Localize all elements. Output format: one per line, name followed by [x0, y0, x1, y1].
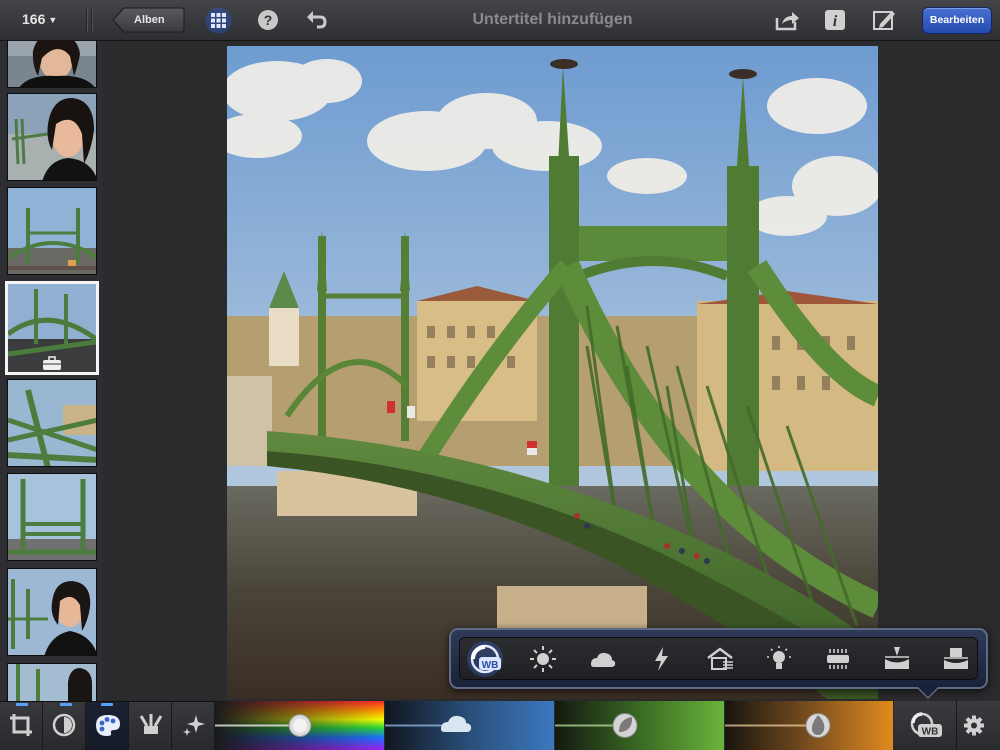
thumbnail-woman-1[interactable]	[7, 41, 97, 88]
thumbnail-woman-3[interactable]	[7, 568, 97, 656]
photo-count: 166	[22, 11, 46, 27]
sidebar-grip-handle[interactable]	[86, 8, 98, 32]
effects-tool-button[interactable]	[172, 702, 215, 750]
exposure-tool-button[interactable]	[43, 702, 86, 750]
skin-tone-slider[interactable]	[725, 701, 893, 750]
main-photo[interactable]	[227, 46, 878, 699]
color-palette-icon	[96, 715, 120, 736]
wb-toggle-label: WB	[922, 727, 939, 738]
thumbnail-woman-2[interactable]	[7, 93, 97, 181]
edit-pen-icon[interactable]	[872, 8, 896, 32]
greenery-slider[interactable]	[555, 701, 724, 750]
incandescent-icon[interactable]	[764, 644, 794, 674]
edit-button-label: Bearbeiten	[929, 14, 985, 26]
brushes-tool-button[interactable]	[129, 702, 172, 750]
info-icon[interactable]: i	[823, 8, 847, 32]
crop-tool-button[interactable]	[0, 702, 43, 750]
white-balance-icon[interactable]: WB	[465, 639, 505, 679]
brushes-icon	[139, 714, 163, 734]
white-balance-popup: WB	[449, 628, 988, 689]
popup-pointer-fill	[918, 687, 938, 697]
top-toolbar: 166 ▼ Alben ? Untertitel hinzufügen i Be…	[0, 0, 1000, 41]
sun-icon[interactable]	[528, 644, 558, 674]
photo-count-menu[interactable]: 166 ▼	[22, 11, 57, 27]
thumbnail-sidebar[interactable]	[0, 41, 103, 701]
undo-icon[interactable]	[305, 8, 329, 32]
crop-icon	[10, 714, 32, 736]
white-balance-toggle-button[interactable]: WB	[894, 701, 956, 750]
blue-sky-slider[interactable]	[385, 701, 554, 750]
cloudy-icon[interactable]	[587, 644, 617, 674]
saturation-slider[interactable]	[215, 701, 384, 750]
thumbnail-bridge-2[interactable]	[7, 379, 97, 467]
underwater-alt-icon[interactable]	[941, 644, 971, 674]
svg-text:i: i	[833, 13, 838, 30]
fluorescent-icon[interactable]	[823, 644, 853, 674]
grid-icon[interactable]	[205, 7, 232, 34]
gear-icon	[964, 715, 984, 736]
thumbnail-bridge-selected[interactable]	[5, 281, 99, 375]
settings-button[interactable]	[956, 701, 1000, 750]
exposure-icon	[52, 713, 76, 737]
back-button-label: Alben	[134, 14, 165, 26]
help-icon[interactable]: ?	[256, 8, 280, 32]
dropdown-triangle-icon: ▼	[48, 15, 58, 25]
photo-editor-app: 166 ▼ Alben ? Untertitel hinzufügen i Be…	[0, 0, 1000, 750]
effects-icon	[183, 715, 205, 736]
thumbnail-woman-4[interactable]	[7, 663, 97, 701]
wb-active-label: WB	[482, 660, 499, 671]
color-edit-indicator	[101, 703, 113, 706]
svg-text:?: ?	[264, 12, 273, 28]
thumbnail-bridge-3[interactable]	[7, 473, 97, 561]
exposure-edit-indicator	[60, 703, 72, 706]
shade-icon[interactable]	[705, 644, 735, 674]
thumbnail-bridge-1[interactable]	[7, 187, 97, 275]
share-icon[interactable]	[774, 8, 799, 32]
edit-button[interactable]: Bearbeiten	[922, 7, 992, 34]
flash-icon[interactable]	[646, 644, 676, 674]
color-tool-button[interactable]	[86, 702, 129, 750]
caption-placeholder[interactable]: Untertitel hinzufügen	[420, 11, 685, 29]
albums-back-button[interactable]: Alben	[112, 7, 185, 33]
crop-edit-indicator	[16, 703, 28, 706]
underwater-icon[interactable]	[882, 644, 912, 674]
